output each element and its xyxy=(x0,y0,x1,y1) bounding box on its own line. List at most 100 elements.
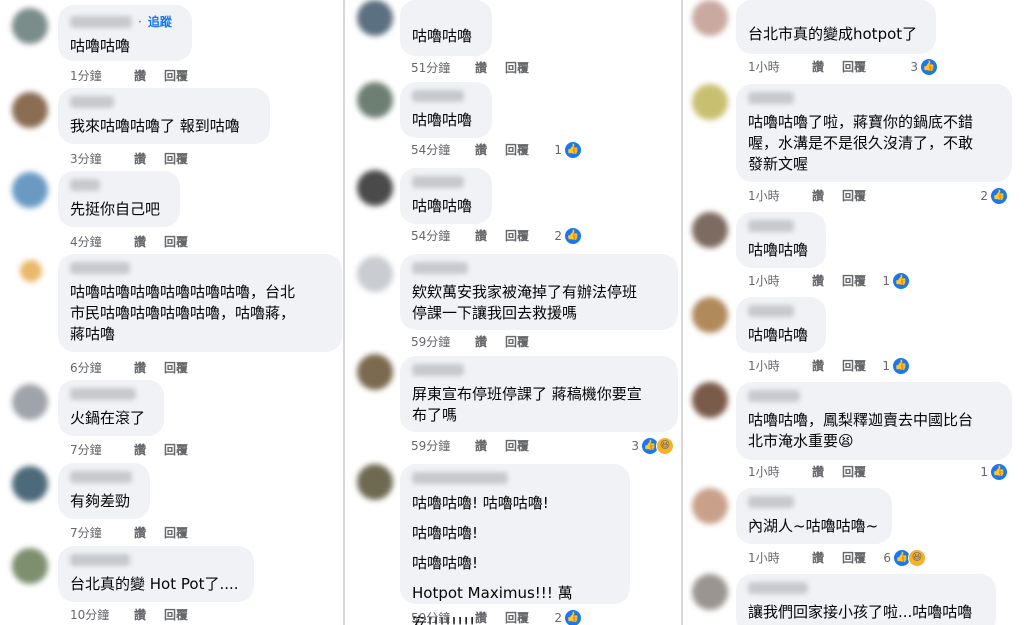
avatar[interactable] xyxy=(12,92,48,128)
commenter-name[interactable] xyxy=(748,305,794,317)
timestamp[interactable]: 4分鐘 xyxy=(70,233,120,250)
timestamp[interactable]: 1小時 xyxy=(748,463,798,480)
reaction-summary[interactable]: 6 👍 😆 xyxy=(883,548,926,567)
avatar[interactable] xyxy=(357,354,393,390)
commenter-name[interactable] xyxy=(70,388,136,400)
reply-button[interactable]: 回覆 xyxy=(505,59,529,76)
like-button[interactable]: 讚 xyxy=(475,609,487,625)
reaction-summary[interactable]: 1 👍 xyxy=(882,271,910,290)
like-button[interactable]: 讚 xyxy=(134,150,146,167)
reply-button[interactable]: 回覆 xyxy=(164,150,188,167)
commenter-name[interactable] xyxy=(412,472,508,484)
follow-button[interactable]: 追蹤 xyxy=(148,13,172,30)
timestamp[interactable]: 7分鐘 xyxy=(70,524,120,541)
avatar[interactable] xyxy=(692,297,728,333)
avatar[interactable] xyxy=(357,82,393,118)
commenter-name[interactable] xyxy=(412,364,464,376)
timestamp[interactable]: 1小時 xyxy=(748,272,798,289)
timestamp[interactable]: 7分鐘 xyxy=(70,441,120,458)
reply-button[interactable]: 回覆 xyxy=(505,227,529,244)
avatar[interactable] xyxy=(692,574,728,610)
timestamp[interactable]: 51分鐘 xyxy=(411,59,461,76)
reply-button[interactable]: 回覆 xyxy=(505,141,529,158)
reply-button[interactable]: 回覆 xyxy=(842,272,866,289)
like-button[interactable]: 讚 xyxy=(475,437,487,454)
commenter-name[interactable] xyxy=(70,15,132,28)
commenter-name[interactable] xyxy=(70,471,132,483)
reply-button[interactable]: 回覆 xyxy=(164,233,188,250)
avatar[interactable] xyxy=(20,260,42,282)
reply-button[interactable]: 回覆 xyxy=(164,606,188,623)
reply-button[interactable]: 回覆 xyxy=(842,357,866,374)
timestamp[interactable]: 6分鐘 xyxy=(70,359,120,376)
timestamp[interactable]: 59分鐘 xyxy=(411,333,461,350)
commenter-name[interactable] xyxy=(70,554,130,566)
commenter-name[interactable] xyxy=(748,220,794,232)
like-button[interactable]: 讚 xyxy=(812,58,824,75)
avatar[interactable] xyxy=(12,548,48,584)
avatar[interactable] xyxy=(692,0,728,36)
reaction-summary[interactable]: 3 👍 xyxy=(910,57,938,76)
like-button[interactable]: 讚 xyxy=(134,606,146,623)
reply-button[interactable]: 回覆 xyxy=(164,359,188,376)
like-button[interactable]: 讚 xyxy=(812,187,824,204)
like-button[interactable]: 讚 xyxy=(475,333,487,350)
reaction-summary[interactable]: 2 👍 xyxy=(554,608,582,625)
reply-button[interactable]: 回覆 xyxy=(164,67,188,84)
like-button[interactable]: 讚 xyxy=(134,67,146,84)
reply-button[interactable]: 回覆 xyxy=(505,437,529,454)
reply-button[interactable]: 回覆 xyxy=(164,441,188,458)
like-button[interactable]: 讚 xyxy=(475,141,487,158)
like-button[interactable]: 讚 xyxy=(812,272,824,289)
timestamp[interactable]: 54分鐘 xyxy=(411,141,461,158)
like-button[interactable]: 讚 xyxy=(134,233,146,250)
avatar[interactable] xyxy=(12,172,48,208)
commenter-name[interactable] xyxy=(748,390,800,402)
reply-button[interactable]: 回覆 xyxy=(842,549,866,566)
avatar[interactable] xyxy=(12,384,48,420)
timestamp[interactable]: 10分鐘 xyxy=(70,606,120,623)
like-button[interactable]: 讚 xyxy=(134,359,146,376)
reaction-summary[interactable]: 2 👍 xyxy=(980,186,1008,205)
like-button[interactable]: 讚 xyxy=(134,524,146,541)
commenter-name[interactable] xyxy=(412,90,464,102)
reply-button[interactable]: 回覆 xyxy=(505,609,529,625)
avatar[interactable] xyxy=(692,488,728,524)
commenter-name[interactable] xyxy=(70,96,114,108)
commenter-name[interactable] xyxy=(412,262,468,274)
commenter-name[interactable] xyxy=(70,179,100,191)
timestamp[interactable]: 1小時 xyxy=(748,357,798,374)
timestamp[interactable]: 1分鐘 xyxy=(70,67,120,84)
avatar[interactable] xyxy=(357,464,393,500)
reply-button[interactable]: 回覆 xyxy=(842,58,866,75)
reaction-summary[interactable]: 1 👍 xyxy=(554,140,582,159)
avatar[interactable] xyxy=(692,212,728,248)
like-button[interactable]: 讚 xyxy=(475,59,487,76)
timestamp[interactable]: 1小時 xyxy=(748,549,798,566)
avatar[interactable] xyxy=(357,0,393,36)
timestamp[interactable]: 1小時 xyxy=(748,58,798,75)
like-button[interactable]: 讚 xyxy=(812,357,824,374)
avatar[interactable] xyxy=(12,8,48,44)
reaction-summary[interactable]: 2 👍 xyxy=(554,226,582,245)
reply-button[interactable]: 回覆 xyxy=(842,187,866,204)
reply-button[interactable]: 回覆 xyxy=(164,524,188,541)
avatar[interactable] xyxy=(692,84,728,120)
timestamp[interactable]: 3分鐘 xyxy=(70,150,120,167)
timestamp[interactable]: 1小時 xyxy=(748,187,798,204)
commenter-name[interactable] xyxy=(70,262,130,274)
reply-button[interactable]: 回覆 xyxy=(505,333,529,350)
reaction-summary[interactable]: 3 👍 😆 xyxy=(631,436,674,455)
like-button[interactable]: 讚 xyxy=(812,463,824,480)
commenter-name[interactable] xyxy=(748,92,794,104)
timestamp[interactable]: 54分鐘 xyxy=(411,227,461,244)
commenter-name[interactable] xyxy=(748,496,794,508)
commenter-name[interactable] xyxy=(748,582,808,594)
like-button[interactable]: 讚 xyxy=(812,549,824,566)
avatar[interactable] xyxy=(12,466,48,502)
timestamp[interactable]: 59分鐘 xyxy=(411,609,461,625)
avatar[interactable] xyxy=(692,382,728,418)
reply-button[interactable]: 回覆 xyxy=(842,463,866,480)
reaction-summary[interactable]: 1 👍 xyxy=(980,462,1008,481)
avatar[interactable] xyxy=(357,256,393,292)
